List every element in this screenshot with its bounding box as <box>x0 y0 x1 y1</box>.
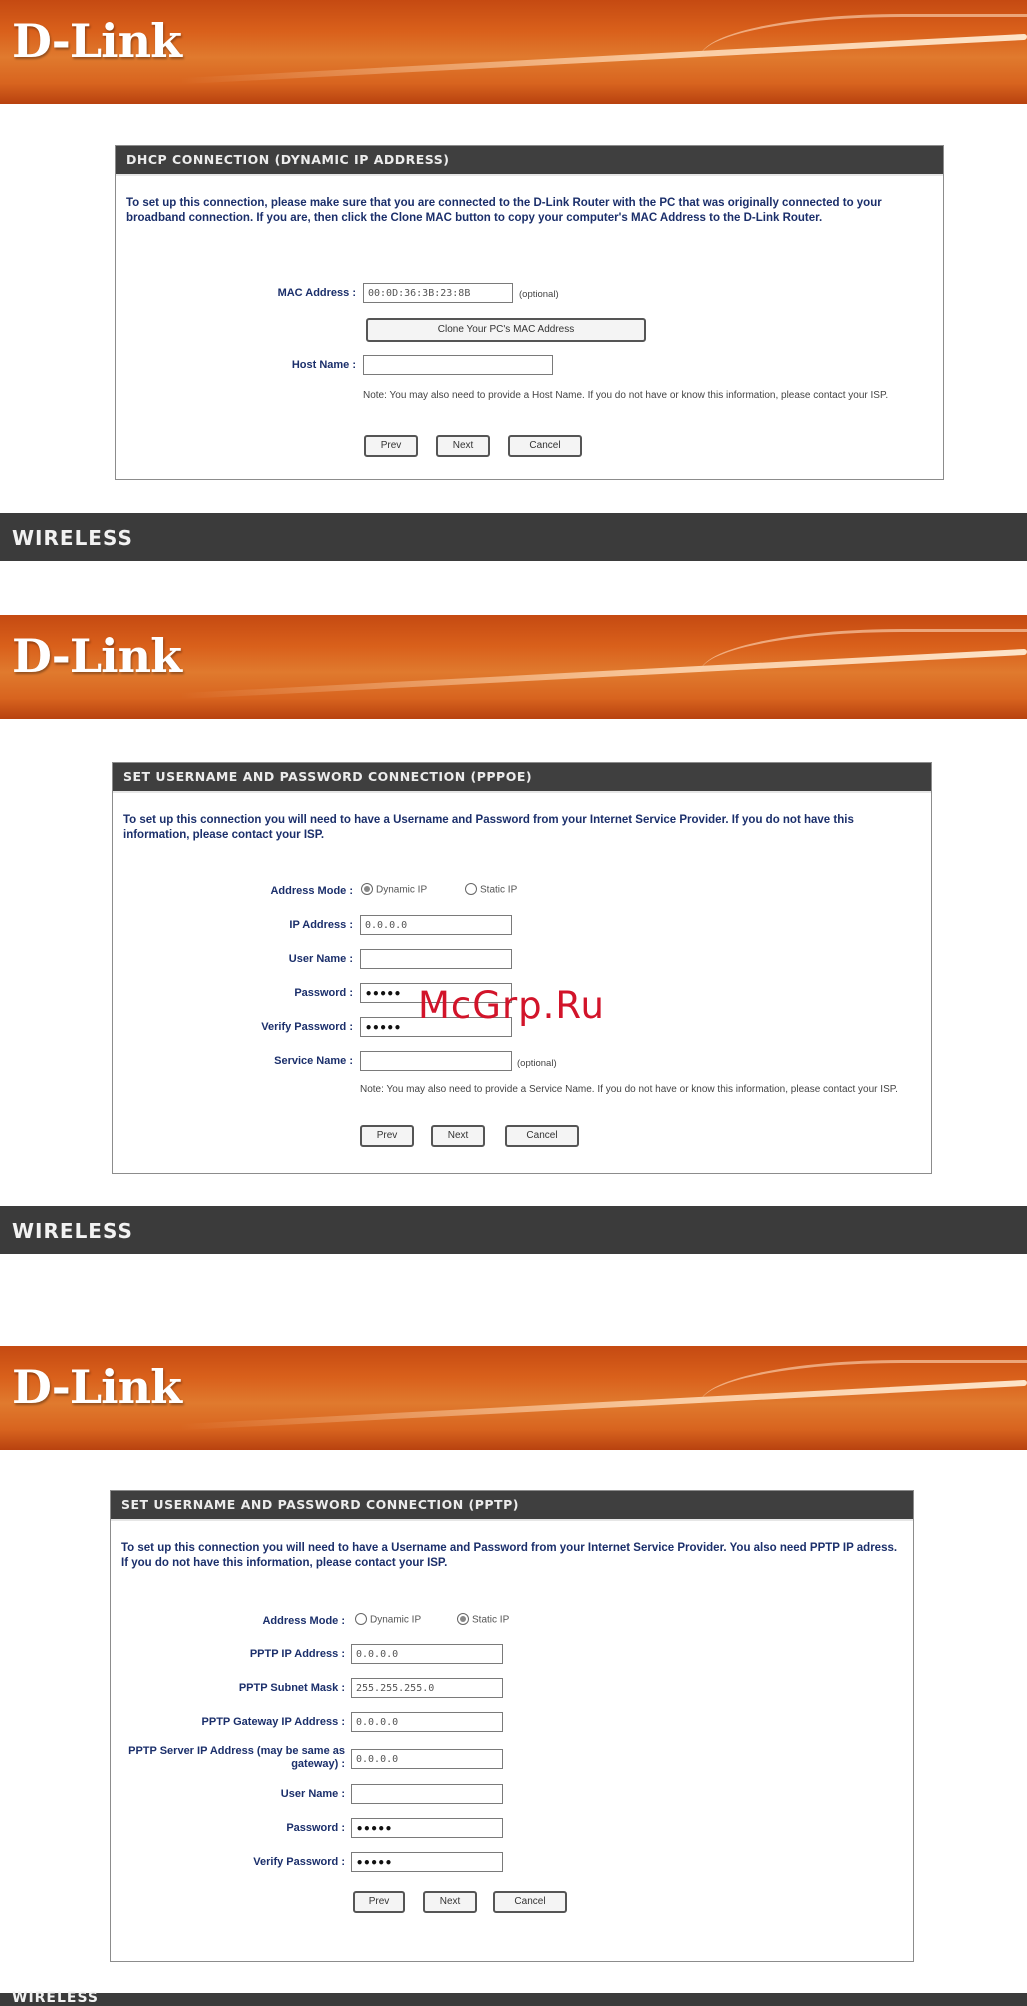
prev-button[interactable]: Prev <box>353 1891 405 1913</box>
dhcp-connection-box: DHCP CONNECTION (DYNAMIC IP ADDRESS) To … <box>115 145 944 480</box>
box-title: SET USERNAME AND PASSWORD CONNECTION (PP… <box>111 1491 913 1521</box>
mac-address-input[interactable]: 00:0D:36:3B:23:8B <box>363 283 513 303</box>
pptp-ip-address-label: PPTP IP Address : <box>249 1648 345 1660</box>
pptp-server-label: PPTP Server IP Address (may be same as g… <box>128 1745 345 1770</box>
static-ip-radio[interactable]: Static IP <box>465 883 517 896</box>
ip-address-input[interactable]: 0.0.0.0 <box>360 915 512 935</box>
box-title: SET USERNAME AND PASSWORD CONNECTION (PP… <box>113 763 931 793</box>
intro-text: To set up this connection you will need … <box>123 814 854 841</box>
ip-address-label: IP Address : <box>289 919 353 931</box>
optional-hint: (optional) <box>519 289 559 300</box>
wireless-footer-bar: WIRELESS <box>0 1990 1027 2006</box>
dlink-banner: D-Link <box>0 1346 1027 1450</box>
pptp-connection-box: SET USERNAME AND PASSWORD CONNECTION (PP… <box>110 1490 914 1962</box>
prev-button[interactable]: Prev <box>364 435 418 457</box>
wireless-footer-bar: WIRELESS <box>0 1206 1027 1254</box>
user-name-label: User Name : <box>280 1788 345 1800</box>
pptp-gateway-input[interactable]: 0.0.0.0 <box>351 1712 503 1732</box>
static-ip-radio[interactable]: Static IP <box>457 1613 509 1626</box>
box-title: DHCP CONNECTION (DYNAMIC IP ADDRESS) <box>116 146 943 176</box>
service-name-note: Note: You may also need to provide a Ser… <box>360 1084 898 1095</box>
host-name-input[interactable] <box>363 355 553 375</box>
intro-text: To set up this connection, please make s… <box>126 197 882 224</box>
cancel-button[interactable]: Cancel <box>508 435 582 457</box>
verify-password-input[interactable]: ••••• <box>351 1852 503 1872</box>
next-button[interactable]: Next <box>423 1891 477 1913</box>
radio-selected-icon <box>361 883 373 895</box>
verify-password-label: Verify Password : <box>253 1856 345 1868</box>
pptp-gateway-label: PPTP Gateway IP Address : <box>201 1716 345 1728</box>
host-name-label: Host Name : <box>291 359 356 371</box>
pptp-subnet-mask-input[interactable]: 255.255.255.0 <box>351 1678 503 1698</box>
pptp-subnet-mask-label: PPTP Subnet Mask : <box>238 1682 345 1694</box>
radio-empty-icon <box>465 883 477 895</box>
password-label: Password : <box>294 987 353 999</box>
wireless-footer-bar: WIRELESS <box>0 513 1027 561</box>
intro-text: To set up this connection you will need … <box>121 1542 898 1569</box>
dlink-logo: D-Link <box>12 14 182 68</box>
user-name-input[interactable] <box>351 1784 503 1804</box>
pptp-server-input[interactable]: 0.0.0.0 <box>351 1749 503 1769</box>
watermark-text: McGrp.Ru <box>418 984 605 1027</box>
dlink-banner: D-Link <box>0 0 1027 104</box>
address-mode-label: Address Mode : <box>270 885 353 897</box>
pptp-ip-address-input[interactable]: 0.0.0.0 <box>351 1644 503 1664</box>
wireless-label: WIRELESS <box>12 1219 133 1243</box>
user-name-input[interactable] <box>360 949 512 969</box>
cancel-button[interactable]: Cancel <box>505 1125 579 1147</box>
password-label: Password : <box>286 1822 345 1834</box>
host-name-note: Note: You may also need to provide a Hos… <box>363 390 889 401</box>
service-name-input[interactable] <box>360 1051 512 1071</box>
pppoe-connection-box: SET USERNAME AND PASSWORD CONNECTION (PP… <box>112 762 932 1174</box>
dlink-logo: D-Link <box>12 1360 182 1414</box>
dynamic-ip-radio[interactable]: Dynamic IP <box>355 1613 421 1626</box>
radio-empty-icon <box>355 1613 367 1625</box>
mac-address-label: MAC Address : <box>277 287 356 299</box>
password-input[interactable]: ••••• <box>351 1818 503 1838</box>
next-button[interactable]: Next <box>436 435 490 457</box>
prev-button[interactable]: Prev <box>360 1125 414 1147</box>
verify-password-label: Verify Password : <box>261 1021 353 1033</box>
radio-selected-icon <box>457 1613 469 1625</box>
next-button[interactable]: Next <box>431 1125 485 1147</box>
wireless-label: WIRELESS <box>12 526 133 550</box>
address-mode-label: Address Mode : <box>262 1615 345 1627</box>
wireless-label: WIRELESS <box>12 1990 100 2006</box>
dynamic-ip-radio[interactable]: Dynamic IP <box>361 883 427 896</box>
service-name-label: Service Name : <box>274 1055 353 1067</box>
dlink-banner: D-Link <box>0 615 1027 719</box>
user-name-label: User Name : <box>288 953 353 965</box>
cancel-button[interactable]: Cancel <box>493 1891 567 1913</box>
dlink-logo: D-Link <box>12 629 182 683</box>
clone-mac-button[interactable]: Clone Your PC's MAC Address <box>366 318 646 342</box>
optional-hint: (optional) <box>517 1058 557 1069</box>
